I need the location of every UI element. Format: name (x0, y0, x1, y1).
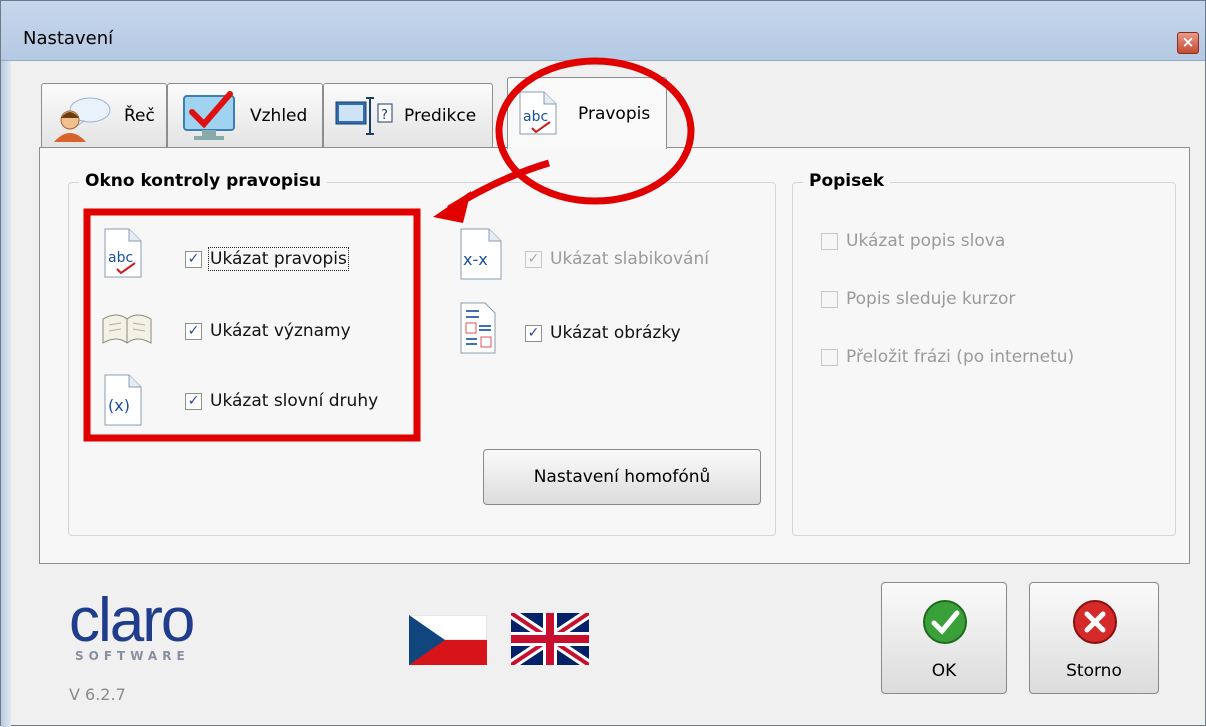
icon-glyph: (x) (108, 396, 130, 415)
translate-phrase-option: Přeložit frázi (po internetu) (821, 347, 1074, 367)
show-meanings-option[interactable]: ✓ Ukázat významy (185, 321, 351, 341)
claro-logo: claro SOFTWARE (69, 586, 195, 664)
show-spelling-checkbox[interactable]: ✓ (185, 250, 202, 268)
option-label: Ukázat významy (210, 321, 351, 341)
window-frame-edge (1, 61, 11, 727)
czech-flag-icon[interactable] (409, 615, 487, 665)
translate-phrase-checkbox (821, 348, 838, 366)
close-button[interactable]: × (1177, 32, 1199, 54)
tab-vzhled[interactable]: Vzhled (167, 83, 323, 147)
cancel-button[interactable]: Storno (1029, 582, 1159, 694)
cancel-circle-icon (1073, 600, 1117, 644)
show-word-description-option: Ukázat popis slova (821, 231, 1005, 251)
monitor-check-icon (183, 91, 235, 140)
icon-glyph: abc (108, 250, 133, 266)
show-pictures-checkbox[interactable]: ✓ (525, 324, 542, 342)
homophones-settings-button[interactable]: Nastavení homofónů (483, 449, 761, 505)
spell-window-group: Okno kontroly pravopisu abc (x) ✓ Ukázat… (68, 171, 776, 536)
show-pictures-option[interactable]: ✓ Ukázat obrázky (525, 323, 681, 343)
cancel-label: Storno (1066, 661, 1122, 681)
show-spelling-option[interactable]: ✓ Ukázat pravopis (185, 247, 349, 271)
tooltip-group: Popisek Ukázat popis slova Popis sleduje… (792, 171, 1176, 536)
uk-flag-icon[interactable] (511, 613, 589, 665)
check-circle-icon (923, 600, 967, 644)
option-label: Ukázat obrázky (550, 323, 681, 343)
show-syllables-option: ✓ Ukázat slabikování (525, 249, 709, 269)
show-word-classes-checkbox[interactable]: ✓ (185, 392, 202, 410)
option-label: Ukázat pravopis (208, 247, 349, 271)
show-word-classes-option[interactable]: ✓ Ukázat slovní druhy (185, 391, 378, 411)
logo-subtext: SOFTWARE (75, 649, 190, 663)
group-title: Okno kontroly pravopisu (79, 171, 328, 191)
option-label: Popis sleduje kurzor (846, 289, 1016, 309)
word-class-icon: (x) (104, 374, 142, 426)
window-title: Nastavení (23, 28, 114, 49)
version-label: V 6.2.7 (69, 685, 126, 704)
tab-label: Pravopis (578, 104, 651, 124)
tab-label: Predikce (404, 106, 477, 126)
group-title: Popisek (803, 171, 891, 191)
icon-glyph: ? (381, 108, 388, 123)
tab-rec[interactable]: Řeč (41, 83, 167, 147)
tab-pravopis[interactable]: abc Pravopis (507, 77, 667, 149)
option-label: Přeložit frázi (po internetu) (846, 347, 1075, 367)
show-meanings-checkbox[interactable]: ✓ (185, 322, 202, 340)
ok-label: OK (931, 661, 957, 681)
option-label: Ukázat slovní druhy (210, 391, 379, 411)
follow-cursor-checkbox (821, 290, 838, 308)
follow-cursor-option: Popis sleduje kurzor (821, 289, 1015, 309)
prediction-icon: ? (335, 97, 393, 135)
tab-label: Řeč (124, 106, 155, 126)
tab-label: Vzhled (250, 106, 308, 126)
title-bar: Nastavení × (1, 1, 1205, 61)
abc-spell-icon: abc (519, 91, 557, 135)
option-label: Ukázat popis slova (846, 231, 1006, 251)
logo-text: claro (69, 586, 195, 655)
speech-person-icon (54, 97, 111, 142)
tab-panel: Okno kontroly pravopisu abc (x) ✓ Ukázat… (39, 147, 1190, 564)
book-icon (102, 314, 152, 344)
settings-window: Nastavení × Řeč Vzhled ? Predikce abc Pr… (0, 0, 1206, 727)
pictures-icon (460, 302, 496, 354)
icon-glyph: abc (523, 109, 548, 125)
icon-glyph: x-x (463, 250, 488, 269)
syllable-icon: x-x (460, 228, 502, 280)
tab-predikce[interactable]: ? Predikce (323, 83, 493, 147)
option-label: Ukázat slabikování (550, 249, 709, 269)
ok-button[interactable]: OK (881, 582, 1007, 694)
show-word-description-checkbox (821, 232, 838, 250)
show-syllables-checkbox: ✓ (525, 250, 542, 268)
abc-spell-icon: abc (104, 228, 142, 278)
